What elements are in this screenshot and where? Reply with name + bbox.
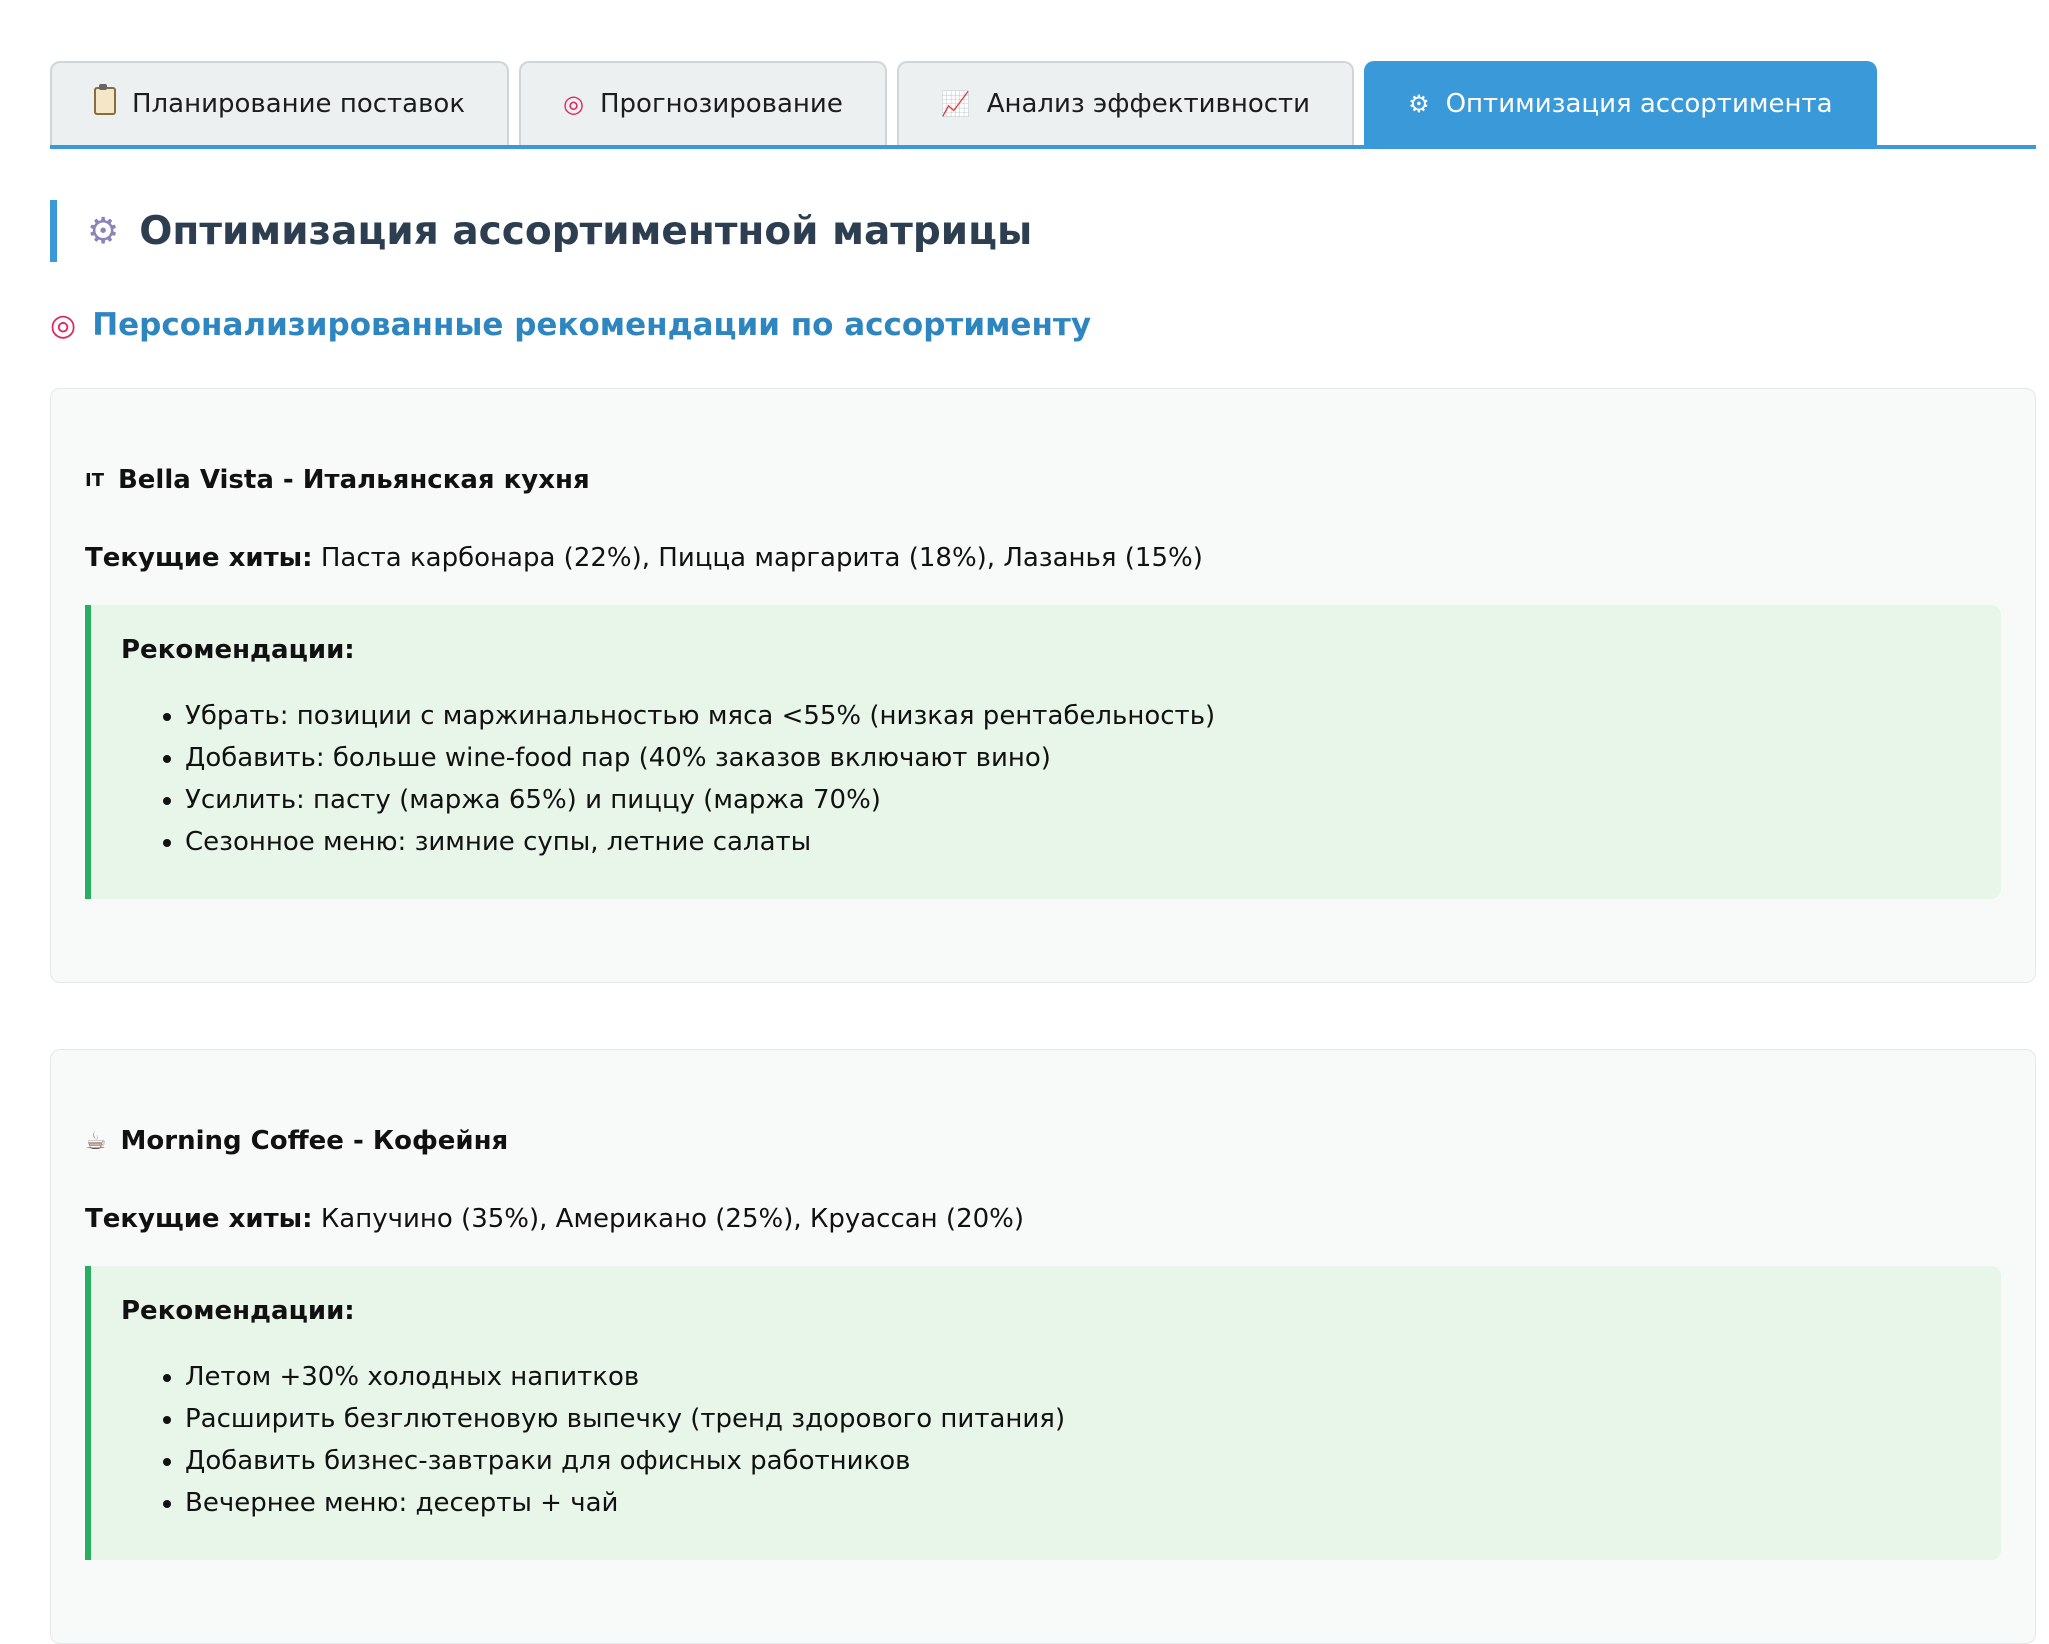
hits-label: Текущие хиты: <box>85 543 313 573</box>
restaurant-card: ☕ Morning Coffee - Кофейня Текущие хиты:… <box>50 1049 2036 1644</box>
target-icon: ◎ <box>50 307 77 343</box>
recommendations-box: Рекомендации: Летом +30% холодных напитк… <box>85 1266 2001 1560</box>
restaurant-card: IT Bella Vista - Итальянская кухня Текущ… <box>50 388 2036 983</box>
list-item: Сезонное меню: зимние супы, летние салат… <box>185 821 1971 863</box>
restaurant-title: ☕ Morning Coffee - Кофейня <box>85 1126 2001 1156</box>
current-hits: Текущие хиты: Капучино (35%), Американо … <box>85 1204 2001 1234</box>
tab-label: Прогнозирование <box>600 89 843 119</box>
hits-value: Паста карбонара (22%), Пицца маргарита (… <box>320 543 1203 573</box>
tab-forecasting[interactable]: ◎ Прогнозирование <box>519 61 887 145</box>
chart-increasing-icon: 📈 <box>940 90 971 118</box>
recommendations-list: Летом +30% холодных напитков Расширить б… <box>121 1356 1971 1524</box>
list-item: Усилить: пасту (маржа 65%) и пиццу (марж… <box>185 779 1971 821</box>
tab-label: Анализ эффективности <box>986 89 1311 119</box>
recommendations-box: Рекомендации: Убрать: позиции с маржинал… <box>85 605 2001 899</box>
tab-efficiency-analysis[interactable]: 📈 Анализ эффективности <box>896 61 1355 145</box>
section-title: ◎ Персонализированные рекомендации по ас… <box>50 307 2036 343</box>
list-item: Вечернее меню: десерты + чай <box>185 1482 1971 1524</box>
list-item: Добавить: больше wine-food пар (40% зака… <box>185 737 1971 779</box>
tab-supply-planning[interactable]: Планирование поставок <box>50 61 510 145</box>
tab-label: Оптимизация ассортимента <box>1445 89 1833 119</box>
list-item: Расширить безглютеновую выпечку (тренд з… <box>185 1398 1971 1440</box>
recommendations-list: Убрать: позиции с маржинальностью мяса <… <box>121 695 1971 863</box>
recommendations-title: Рекомендации: <box>121 1296 355 1326</box>
list-item: Летом +30% холодных напитков <box>185 1356 1971 1398</box>
tab-assortment-optimization[interactable]: ⚙ Оптимизация ассортимента <box>1364 61 1877 145</box>
restaurant-name: Bella Vista - Итальянская кухня <box>117 465 590 495</box>
coffee-icon: ☕ <box>85 1127 107 1155</box>
hits-value: Капучино (35%), Американо (25%), Круасса… <box>320 1204 1025 1234</box>
gear-icon: ⚙ <box>87 210 120 252</box>
target-icon: ◎ <box>563 90 584 118</box>
page-title: ⚙ Оптимизация ассортиментной матрицы <box>50 200 2036 262</box>
hits-label: Текущие хиты: <box>85 1204 313 1234</box>
restaurant-title: IT Bella Vista - Итальянская кухня <box>85 465 2001 495</box>
gear-icon: ⚙ <box>1408 90 1430 118</box>
tab-label: Планирование поставок <box>132 89 466 119</box>
current-hits: Текущие хиты: Паста карбонара (22%), Пиц… <box>85 543 2001 573</box>
page: Планирование поставок ◎ Прогнозирование … <box>50 0 2036 343</box>
restaurant-name: Morning Coffee - Кофейня <box>120 1126 509 1156</box>
list-item: Добавить бизнес-завтраки для офисных раб… <box>185 1440 1971 1482</box>
clipboard-icon <box>94 84 116 121</box>
list-item: Убрать: позиции с маржинальностью мяса <… <box>185 695 1971 737</box>
recommendations-title: Рекомендации: <box>121 635 355 665</box>
section-title-text: Персонализированные рекомендации по ассо… <box>92 307 1092 343</box>
italy-flag-icon: IT <box>85 469 104 491</box>
page-title-text: Оптимизация ассортиментной матрицы <box>139 208 1033 254</box>
tab-bar: Планирование поставок ◎ Прогнозирование … <box>50 61 2036 149</box>
